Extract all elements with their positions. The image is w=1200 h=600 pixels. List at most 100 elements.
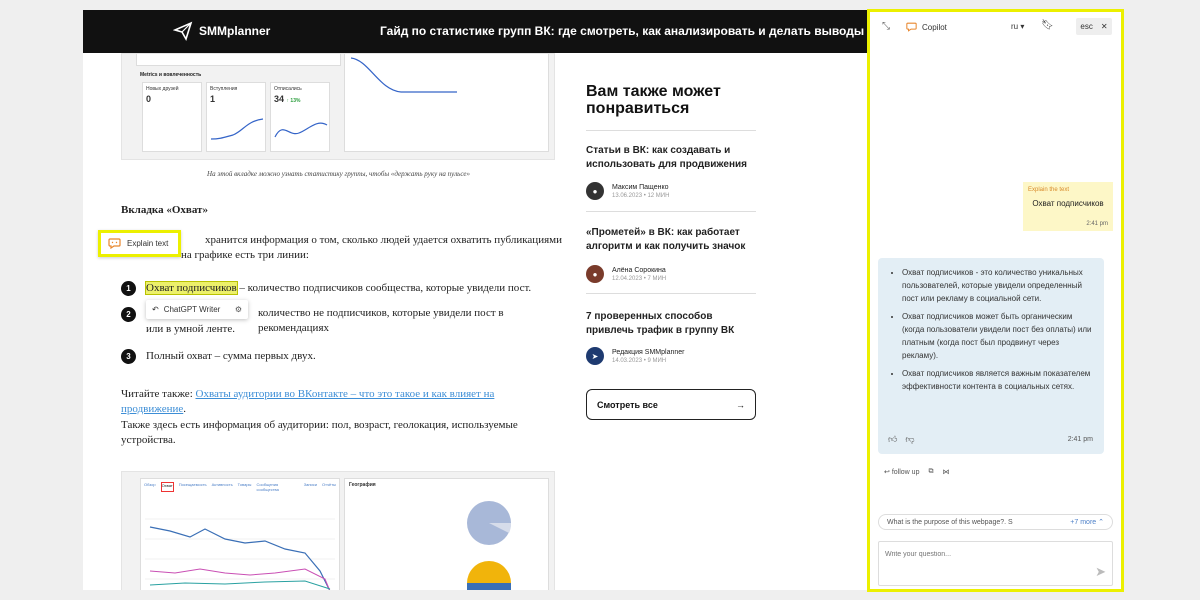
reach-tab: Записи [303, 482, 318, 487]
author-meta: 14.03.2023 • 9 МИН [612, 357, 667, 364]
user-message-label: Explain the text [1028, 187, 1070, 193]
reach-chart-card: Обзор Охват Посещаемость Активность Това… [140, 478, 340, 590]
divider [586, 211, 756, 212]
geo-pies [467, 501, 512, 590]
stat-value: 0 [146, 94, 152, 104]
post-date: 14.03.2023 [612, 357, 643, 364]
bot-message-list: Охват подписчиков - это количество уника… [892, 266, 1094, 393]
divider [586, 293, 756, 294]
divider [586, 130, 756, 131]
intro-paragraph-2: на графике есть три линии: [181, 248, 621, 263]
language-select[interactable]: ru ▾ [1011, 22, 1024, 31]
collapse-icon[interactable]: ⤡ [882, 21, 890, 32]
rec-author: ● Алёна Сорокина 12.04.2023 • 7 МИН [586, 265, 666, 283]
close-icon: ✕ [1100, 22, 1108, 31]
copy-icon[interactable]: ⧉ [928, 468, 933, 476]
bookmark-icon[interactable]: 🔖︎ [1041, 20, 1054, 31]
read-time: 7 МИН [647, 275, 667, 282]
list-item-text: или в умной ленте. [146, 323, 235, 335]
recommendations-title: Вам также может понравиться [586, 83, 721, 117]
screenshot-card-right [344, 54, 549, 152]
stat-card-2: Вступления 1 [206, 82, 266, 152]
copilot-panel: ⤡ Copilot ru ▾ 🔖︎ esc ✕ Explain the text … [867, 9, 1124, 592]
author-meta: 12.04.2023 • 7 МИН [612, 275, 667, 282]
sparkline [274, 122, 328, 138]
copilot-brand: Copilot [906, 22, 947, 32]
author-name[interactable]: Максим Пащенко [612, 184, 669, 191]
question-composer: ➤ [878, 541, 1113, 586]
stat-value: 34 [274, 94, 285, 104]
reach-tab: Активность [211, 482, 233, 487]
bot-bullet: Охват подписчиков является важным показа… [902, 367, 1094, 393]
stat-value: 1 [210, 94, 216, 104]
audience-paragraph: Также здесь есть информация об аудитории… [121, 418, 561, 448]
copilot-name: Copilot [922, 22, 947, 32]
list-number-1: 1 [121, 281, 136, 296]
list-number-3: 3 [121, 349, 136, 364]
chatgpt-writer-label: ChatGPT Writer [163, 305, 221, 314]
page-title: Гайд по статистике групп ВК: где смотрет… [380, 24, 865, 38]
gear-icon[interactable]: ⚙ [235, 305, 242, 314]
stat-label: Отписались [274, 86, 302, 92]
share-icon[interactable]: ⋈ [942, 468, 949, 476]
arrow-right-icon: → [736, 399, 745, 410]
stat-delta: ↑ 13% [286, 98, 301, 104]
intro-paragraph: хранится информация о том, сколько людей… [205, 233, 645, 248]
bot-bullet: Охват подписчиков - это количество уника… [902, 266, 1094, 305]
close-button[interactable]: esc ✕ [1076, 18, 1112, 35]
rec-item-title[interactable]: «Прометей» в ВК: как работает алгоритм и… [586, 226, 761, 254]
message-time: 2:41 pm [1086, 221, 1108, 227]
reach-tabs: Обзор Охват Посещаемость Активность Това… [141, 479, 339, 495]
stat-card-1: Новых друзей 0 [142, 82, 202, 152]
site-header: SMMplanner Гайд по статистике групп ВК: … [83, 10, 868, 53]
intro-line-2: на графике есть три линии: [181, 249, 309, 261]
screenshot-section-title: Metrics и вовлеченность [140, 72, 202, 78]
list-item-2-line2: или в умной ленте. [146, 322, 446, 337]
see-all-label: Смотреть все [597, 399, 658, 410]
stat-label: Вступления [210, 86, 238, 92]
stats-screenshot: Metrics и вовлеченность Новых друзей 0 В… [121, 53, 555, 160]
section-heading: Вкладка «Охват» [121, 204, 208, 216]
reach-tab: Сообщения сообщества [256, 482, 279, 492]
chevron-up-icon: ⌃ [1098, 519, 1104, 526]
article-area: Metrics и вовлеченность Новых друзей 0 В… [83, 53, 868, 590]
message-time: 2:41 pm [1067, 436, 1093, 443]
list-item-text: Полный охват – сумма первых двух. [146, 350, 316, 362]
drop-chart [350, 57, 457, 93]
message-toolbar: ↩ follow up ⧉ ⋈ [884, 468, 949, 476]
send-icon[interactable]: ➤ [1095, 564, 1106, 580]
highlighted-text[interactable]: Охват подписчиков [145, 281, 238, 295]
list-item-1: Охват подписчиков – количество подписчик… [145, 281, 586, 296]
thumbs-up-icon[interactable]: 👍︎ [888, 433, 897, 446]
reply-icon: ↩ [884, 469, 890, 476]
user-message: Explain the text Охват подписчиков 2:41 … [1023, 182, 1113, 231]
list-item-text: – количество подписчиков сообщества, кот… [236, 282, 532, 294]
image-caption: На этой вкладке можно узнать статистику … [207, 170, 470, 178]
chevron-down-icon: ▾ [1020, 22, 1025, 31]
bot-message: Охват подписчиков - это количество уника… [878, 258, 1104, 454]
site-logo[interactable]: SMMplanner [173, 21, 270, 41]
stat-label: Новых друзей [146, 86, 179, 92]
logo-text: SMMplanner [199, 24, 271, 38]
read-time: 12 МИН [647, 192, 670, 199]
explain-text-popup[interactable]: Explain text [98, 230, 181, 257]
screenshot-card-top [136, 54, 341, 66]
see-all-button[interactable]: Смотреть все → [586, 389, 756, 420]
author-name[interactable]: Редакция SMMplanner [612, 349, 684, 356]
reach-tab-active: Охват [160, 482, 174, 492]
follow-up-button[interactable]: ↩ follow up [884, 468, 919, 476]
suggestion-chip[interactable]: What is the purpose of this webpage?. S … [878, 514, 1113, 530]
rec-item-title[interactable]: Статьи в ВК: как создавать и использоват… [586, 144, 761, 172]
reach-line-chart [145, 518, 335, 590]
author-name[interactable]: Алёна Сорокина [612, 267, 666, 274]
chatgpt-writer-popup[interactable]: ↶ ChatGPT Writer ⚙ [146, 300, 248, 319]
list-item-3: Полный охват – сумма первых двух. [146, 349, 546, 364]
question-input[interactable] [879, 542, 1112, 585]
reach-tab: Посещаемость [178, 482, 207, 487]
rec-item-title[interactable]: 7 проверенных способов привлечь трафик в… [586, 310, 761, 338]
more-suggestions-button[interactable]: +7 more ⌃ [1070, 518, 1104, 526]
thumbs-down-icon[interactable]: 👎︎ [905, 433, 914, 446]
paper-plane-icon: ➤ [586, 347, 604, 365]
copilot-header: ⤡ Copilot ru ▾ 🔖︎ esc ✕ [870, 12, 1121, 42]
reply-icon: ↶ [152, 305, 159, 314]
